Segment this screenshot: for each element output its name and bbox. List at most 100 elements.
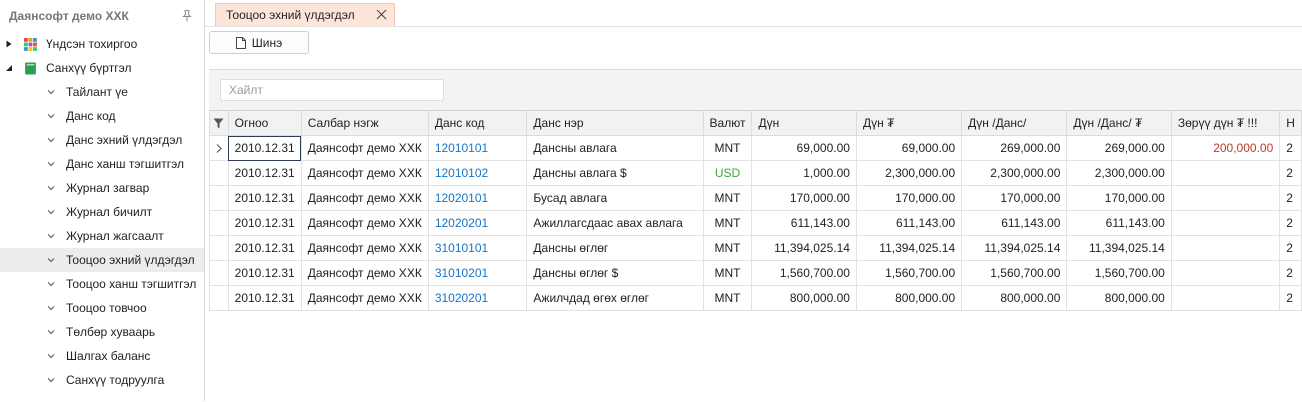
cell-account-amount-mnt[interactable]: 11,394,025.14 bbox=[1066, 235, 1172, 261]
tab-settlement-opening-balance[interactable]: Тооцоо эхний үлдэгдэл bbox=[215, 3, 395, 26]
cell-account-amount-mnt[interactable]: 269,000.00 bbox=[1066, 135, 1172, 161]
cell-account-amount-mnt[interactable]: 800,000.00 bbox=[1066, 285, 1172, 311]
tree-item-settlement-opening-balance[interactable]: Тооцоо эхний үлдэгдэл bbox=[0, 248, 204, 272]
cell-account-name[interactable]: Дансны авлага bbox=[526, 135, 704, 161]
cell-amount[interactable]: 170,000.00 bbox=[751, 185, 857, 211]
cell-branch[interactable]: Даянсофт демо ХХК bbox=[300, 285, 429, 311]
cell-account-name[interactable]: Бусад авлага bbox=[526, 185, 704, 211]
cell-date[interactable]: 2010.12.31 bbox=[227, 160, 302, 186]
cell-amount[interactable]: 800,000.00 bbox=[751, 285, 857, 311]
tree-item-financial-notes[interactable]: Санхүү тодруулга bbox=[0, 368, 204, 392]
tree-item-reporting-period[interactable]: Тайлант үе bbox=[0, 80, 204, 104]
cell-amount-mnt[interactable]: 611,143.00 bbox=[855, 210, 963, 236]
column-header-branch[interactable]: Салбар нэгж bbox=[300, 110, 429, 136]
tree-item-finance[interactable]: Санхүү бүртгэл bbox=[0, 56, 204, 80]
cell-account-amount[interactable]: 800,000.00 bbox=[961, 285, 1068, 311]
cell-date[interactable]: 2010.12.31 bbox=[227, 260, 302, 286]
cell-overflow[interactable]: 2 bbox=[1279, 235, 1302, 261]
tree-item-account-code[interactable]: Данс код bbox=[0, 104, 204, 128]
cell-account-amount[interactable]: 269,000.00 bbox=[961, 135, 1068, 161]
column-header-difference[interactable]: Зөрүү дүн ₮ !!! bbox=[1170, 110, 1281, 136]
cell-branch[interactable]: Даянсофт демо ХХК bbox=[300, 235, 429, 261]
cell-difference[interactable] bbox=[1170, 160, 1281, 186]
cell-amount[interactable]: 611,143.00 bbox=[751, 210, 857, 236]
cell-amount-mnt[interactable]: 1,560,700.00 bbox=[855, 260, 963, 286]
table-row[interactable]: 2010.12.31 Даянсофт демо ХХК 31020201 Ажилч… bbox=[209, 285, 1302, 311]
cell-branch[interactable]: Даянсофт демо ХХК bbox=[300, 185, 429, 211]
tree-item-journal-template[interactable]: Журнал загвар bbox=[0, 176, 204, 200]
cell-overflow[interactable]: 2 bbox=[1279, 260, 1302, 286]
column-header-date[interactable]: Огноо bbox=[227, 110, 302, 136]
cell-branch[interactable]: Даянсофт демо ХХК bbox=[300, 210, 429, 236]
cell-amount-mnt[interactable]: 170,000.00 bbox=[855, 185, 963, 211]
cell-account-name[interactable]: Ажиллагсдаас авах авлага bbox=[526, 210, 704, 236]
cell-amount[interactable]: 1,560,700.00 bbox=[751, 260, 857, 286]
expand-arrow-icon[interactable] bbox=[5, 40, 13, 48]
close-icon[interactable] bbox=[376, 9, 387, 20]
cell-amount-mnt[interactable]: 11,394,025.14 bbox=[855, 235, 963, 261]
cell-account-name[interactable]: Дансны өглөг bbox=[526, 235, 704, 261]
row-indicator[interactable] bbox=[209, 135, 229, 161]
column-header-amount[interactable]: Дүн bbox=[751, 110, 857, 136]
cell-account-amount[interactable]: 1,560,700.00 bbox=[961, 260, 1068, 286]
cell-amount[interactable]: 11,394,025.14 bbox=[751, 235, 857, 261]
cell-account-code[interactable]: 12010101 bbox=[427, 135, 528, 161]
cell-currency[interactable]: MNT bbox=[702, 135, 753, 161]
row-indicator[interactable] bbox=[209, 160, 229, 186]
cell-account-amount-mnt[interactable]: 611,143.00 bbox=[1066, 210, 1172, 236]
cell-currency[interactable]: USD bbox=[702, 160, 753, 186]
tree-item-payment-schedule[interactable]: Төлбөр хуваарь bbox=[0, 320, 204, 344]
cell-date[interactable]: 2010.12.31 bbox=[227, 210, 302, 236]
cell-difference[interactable] bbox=[1170, 260, 1281, 286]
cell-branch[interactable]: Даянсофт демо ХХК bbox=[300, 160, 429, 186]
table-row[interactable]: 2010.12.31 Даянсофт демо ХХК 12020201 Ажилл… bbox=[209, 210, 1302, 236]
table-row[interactable]: 2010.12.31 Даянсофт демо ХХК 12010102 Дансн… bbox=[209, 160, 1302, 186]
cell-currency[interactable]: MNT bbox=[702, 185, 753, 211]
cell-account-amount[interactable]: 2,300,000.00 bbox=[961, 160, 1068, 186]
cell-account-code[interactable]: 12010102 bbox=[427, 160, 528, 186]
row-indicator[interactable] bbox=[209, 210, 229, 236]
cell-account-name[interactable]: Дансны өглөг $ bbox=[526, 260, 704, 286]
cell-overflow[interactable]: 2 bbox=[1279, 285, 1302, 311]
column-header-currency[interactable]: Валют bbox=[702, 110, 753, 136]
column-header-overflow[interactable]: Н bbox=[1279, 110, 1302, 136]
cell-difference[interactable] bbox=[1170, 185, 1281, 211]
cell-account-code[interactable]: 12020101 bbox=[427, 185, 528, 211]
tree-item-settlement-summary[interactable]: Тооцоо товчоо bbox=[0, 296, 204, 320]
column-header-account-amount-mnt[interactable]: Дүн /Данс/ ₮ bbox=[1066, 110, 1172, 136]
cell-amount-mnt[interactable]: 69,000.00 bbox=[855, 135, 963, 161]
table-row[interactable]: 2010.12.31 Даянсофт демо ХХК 12010101 Дансн… bbox=[209, 135, 1302, 161]
column-header-account-name[interactable]: Данс нэр bbox=[526, 110, 704, 136]
cell-account-name[interactable]: Ажилчдад өгөх өглөг bbox=[526, 285, 704, 311]
cell-overflow[interactable]: 2 bbox=[1279, 185, 1302, 211]
cell-account-amount[interactable]: 170,000.00 bbox=[961, 185, 1068, 211]
filter-header-cell[interactable] bbox=[209, 110, 229, 136]
cell-overflow[interactable]: 2 bbox=[1279, 135, 1302, 161]
column-header-amount-mnt[interactable]: Дүн ₮ bbox=[855, 110, 963, 136]
cell-overflow[interactable]: 2 bbox=[1279, 160, 1302, 186]
row-indicator[interactable] bbox=[209, 235, 229, 261]
cell-account-amount[interactable]: 611,143.00 bbox=[961, 210, 1068, 236]
cell-amount-mnt[interactable]: 2,300,000.00 bbox=[855, 160, 963, 186]
cell-account-code[interactable]: 31020201 bbox=[427, 285, 528, 311]
cell-account-name[interactable]: Дансны авлага $ bbox=[526, 160, 704, 186]
tree-item-basic-settings[interactable]: Үндсэн тохиргоо bbox=[0, 32, 204, 56]
tree-item-settlement-rate-adjustment[interactable]: Тооцоо ханш тэгшитгэл bbox=[0, 272, 204, 296]
search-input[interactable] bbox=[220, 79, 444, 101]
cell-date[interactable]: 2010.12.31 bbox=[227, 285, 302, 311]
cell-date[interactable]: 2010.12.31 bbox=[227, 185, 302, 211]
row-indicator[interactable] bbox=[209, 260, 229, 286]
table-row[interactable]: 2010.12.31 Даянсофт демо ХХК 31010201 Дансн… bbox=[209, 260, 1302, 286]
cell-account-code[interactable]: 12020201 bbox=[427, 210, 528, 236]
tree-item-journal-list[interactable]: Журнал жагсаалт bbox=[0, 224, 204, 248]
cell-account-code[interactable]: 31010201 bbox=[427, 260, 528, 286]
cell-amount-mnt[interactable]: 800,000.00 bbox=[855, 285, 963, 311]
column-header-account-amount[interactable]: Дүн /Данс/ bbox=[961, 110, 1068, 136]
cell-currency[interactable]: MNT bbox=[702, 285, 753, 311]
cell-account-amount-mnt[interactable]: 1,560,700.00 bbox=[1066, 260, 1172, 286]
cell-date[interactable]: 2010.12.31 bbox=[227, 235, 302, 261]
cell-date[interactable]: 2010.12.31 bbox=[227, 135, 302, 161]
cell-amount[interactable]: 1,000.00 bbox=[751, 160, 857, 186]
cell-amount[interactable]: 69,000.00 bbox=[751, 135, 857, 161]
tree-item-account-rate-adjustment[interactable]: Данс ханш тэгшитгэл bbox=[0, 152, 204, 176]
